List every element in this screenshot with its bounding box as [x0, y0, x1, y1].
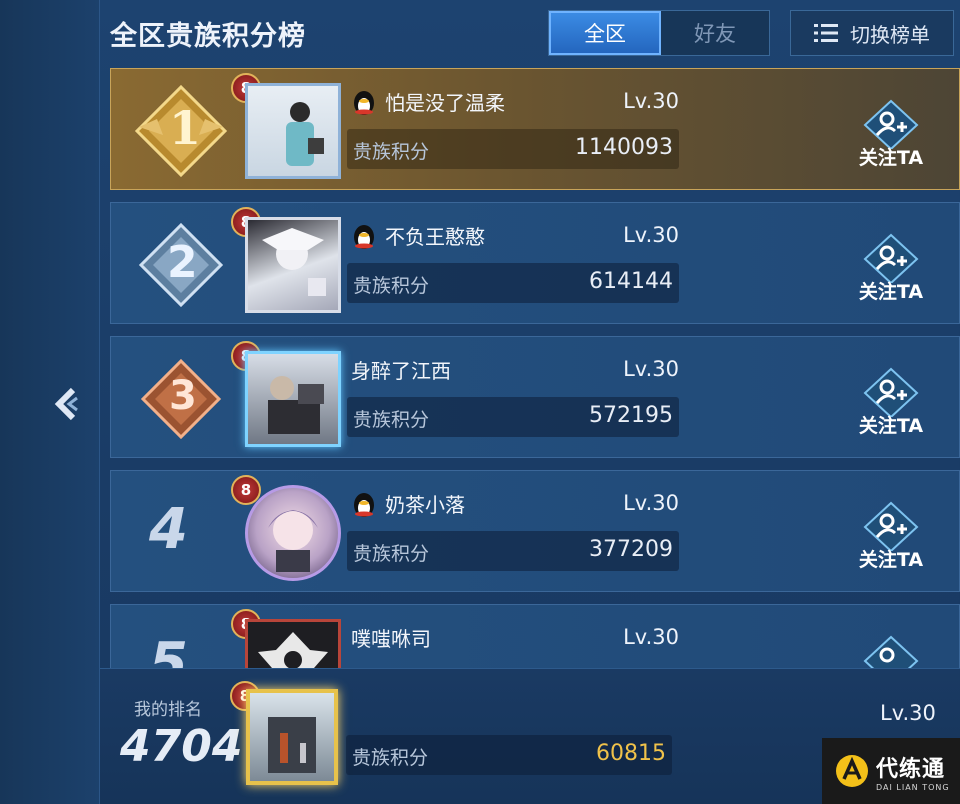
watermark-cn: 代练通 [876, 756, 946, 782]
score-value: 614144 [589, 269, 673, 294]
score-bar: 贵族积分 377209 [347, 531, 679, 571]
scope-tabs: 全区 好友 [548, 10, 770, 56]
score-bar: 贵族积分 614144 [347, 263, 679, 303]
follow-label: 关注TA [858, 147, 924, 169]
rank-number: 1 [169, 101, 202, 155]
my-rank-number: 4704 [120, 721, 243, 772]
ranking-row[interactable]: 1 8 怕是没了温柔 Lv.30 [110, 68, 960, 190]
avatar-figure-icon [268, 376, 324, 434]
add-friend-icon [863, 99, 919, 151]
rank-badge-bronze: 3 [133, 351, 229, 447]
watermark: 代练通 DAI LIAN TONG [822, 738, 960, 804]
player-name-line: 不负王憨憨 [351, 221, 485, 250]
score-value: 377209 [589, 537, 673, 562]
rank-number: 4 [149, 497, 188, 562]
player-level: Lv.30 [623, 491, 679, 515]
rank-number: 2 [167, 237, 198, 288]
player-name-line: 身醉了江西 [351, 355, 451, 384]
player-name-line: 怕是没了温柔 [351, 87, 505, 116]
list-icon [814, 24, 838, 42]
qq-penguin-icon [354, 224, 374, 249]
my-score-value: 60815 [596, 741, 666, 766]
qq-penguin-icon [354, 90, 374, 115]
player-name: 噗嗤咻司 [351, 627, 431, 651]
player-name: 身醉了江西 [351, 359, 451, 383]
add-friend-icon [863, 501, 919, 553]
ranking-row[interactable]: 2 8 不负王憨憨 Lv.30 贵 [110, 202, 960, 324]
follow-button[interactable]: 关注TA [853, 501, 929, 577]
score-label: 贵族积分 [352, 747, 429, 769]
score-label: 贵族积分 [353, 409, 430, 431]
tab-all-region[interactable]: 全区 [549, 11, 661, 55]
avatar[interactable] [245, 83, 341, 179]
watermark-text: 代练通 DAI LIAN TONG [876, 751, 950, 792]
follow-label: 关注TA [858, 549, 924, 571]
avatar[interactable] [245, 485, 341, 581]
follow-button[interactable]: 关注TA [853, 233, 929, 309]
score-value: 572195 [589, 403, 673, 428]
follow-button[interactable]: 关注TA [853, 367, 929, 443]
player-level: Lv.30 [623, 357, 679, 381]
rank-number: 3 [169, 373, 197, 419]
ranking-row[interactable]: 3 8 身醉了江西 Lv.30 贵族积分 572195 [110, 336, 960, 458]
my-level: Lv.30 [880, 701, 936, 725]
page-title: 全区贵族积分榜 [110, 21, 306, 52]
avatar[interactable] [245, 351, 341, 447]
watermark-logo-icon [836, 755, 868, 787]
score-value: 1140093 [575, 135, 673, 160]
ranking-row[interactable]: 4 8 奶茶小落 Lv.30 贵族积分 377209 关注TA [110, 470, 960, 592]
score-bar: 贵族积分 572195 [347, 397, 679, 437]
avatar-figure-icon [268, 510, 318, 572]
qq-penguin-icon [354, 492, 374, 517]
avatar-figure-icon [286, 102, 324, 166]
avatar[interactable] [245, 217, 341, 313]
tab-friends[interactable]: 好友 [661, 11, 769, 55]
avatar-figure-icon [268, 717, 316, 773]
player-name: 奶茶小落 [385, 493, 465, 517]
watermark-en: DAI LIAN TONG [876, 782, 950, 792]
score-label: 贵族积分 [353, 543, 430, 565]
back-button[interactable] [46, 380, 86, 428]
score-label: 贵族积分 [353, 141, 430, 163]
follow-button[interactable]: 关注TA [853, 99, 929, 175]
add-friend-icon [863, 367, 919, 419]
score-label: 贵族积分 [353, 275, 430, 297]
my-rank-label: 我的排名 [134, 700, 202, 720]
my-avatar[interactable] [246, 689, 338, 785]
switch-board-button[interactable]: 切换榜单 [790, 10, 954, 56]
add-friend-icon [863, 233, 919, 285]
player-name: 不负王憨憨 [385, 225, 485, 249]
follow-label: 关注TA [858, 281, 924, 303]
player-level: Lv.30 [623, 625, 679, 649]
avatar-figure-icon [262, 228, 326, 296]
player-name-line: 奶茶小落 [351, 489, 465, 518]
player-level: Lv.30 [623, 223, 679, 247]
chevron-left-icon [54, 387, 78, 421]
rank-badge-silver: 2 [133, 217, 229, 313]
player-name: 怕是没了温柔 [385, 91, 505, 115]
side-rail [0, 0, 100, 804]
rank-badge-gold: 1 [133, 83, 229, 179]
follow-label: 关注TA [858, 415, 924, 437]
player-level: Lv.30 [623, 89, 679, 113]
score-bar: 贵族积分 1140093 [347, 129, 679, 169]
player-name-line: 噗嗤咻司 [351, 623, 431, 652]
switch-board-label: 切换榜单 [850, 22, 930, 47]
my-score-bar: 贵族积分 60815 [346, 735, 672, 775]
